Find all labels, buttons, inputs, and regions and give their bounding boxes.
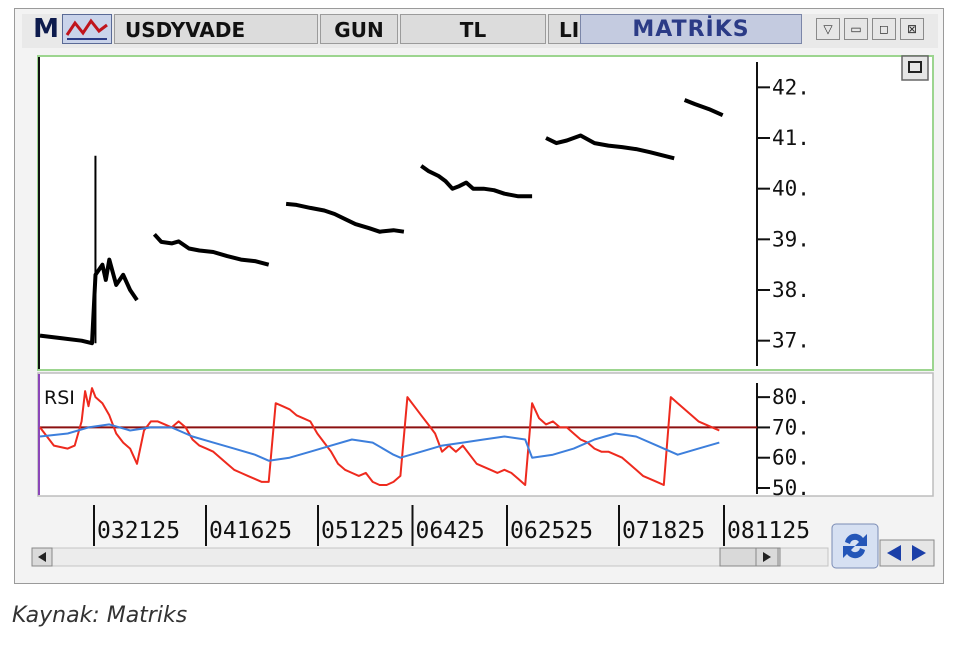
price-y-tick-label: 41. [772, 126, 810, 150]
rsi-y-tick-label: 50. [772, 476, 810, 500]
date-tick-label: 051225 [321, 518, 404, 544]
source-caption: Kaynak: Matriks [12, 603, 188, 628]
price-y-tick-label: 37. [772, 329, 810, 353]
rsi-y-tick-label: 80. [772, 385, 810, 409]
price-panel [37, 55, 934, 371]
date-tick-label: 062525 [510, 518, 593, 544]
price-y-tick-label: 38. [772, 278, 810, 302]
price-y-tick-label: 39. [772, 227, 810, 251]
price-y-tick-label: 42. [772, 75, 810, 99]
date-tick-label: 041625 [209, 518, 292, 544]
price-y-tick-label: 40. [772, 177, 810, 201]
chart-area: 37. 38. 39. 40. 41. 42. 50. 60. 70. 80. RSI 0321… [31, 55, 935, 569]
date-tick-label: 081125 [727, 518, 810, 544]
scrollbar-track[interactable] [31, 547, 829, 567]
date-tick-label: 032125 [97, 518, 180, 544]
rsi-label: RSI [44, 387, 75, 409]
date-tick-label: 06425 [416, 518, 485, 544]
date-tick-label: 071825 [622, 518, 705, 544]
rsi-y-tick-label: 70. [772, 415, 810, 439]
panel-toggle-icon[interactable] [901, 55, 929, 81]
rsi-y-tick-label: 60. [772, 446, 810, 470]
